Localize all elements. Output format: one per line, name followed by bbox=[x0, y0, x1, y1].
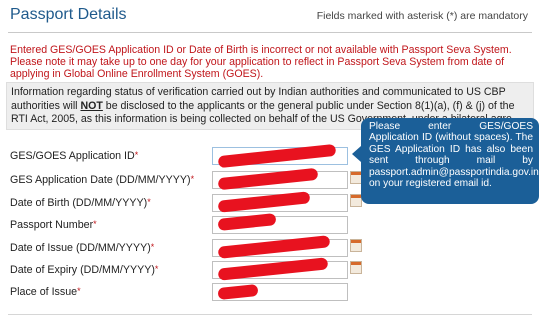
label-application-id: GES/GOES Application ID* bbox=[10, 150, 139, 162]
label-application-date: GES Application Date (DD/MM/YYYY)* bbox=[10, 174, 195, 186]
label-date-of-expiry: Date of Expiry (DD/MM/YYYY)* bbox=[10, 264, 159, 276]
info-note-emphasis: NOT bbox=[80, 99, 103, 112]
mandatory-fields-note: Fields marked with asterisk (*) are mand… bbox=[316, 10, 528, 22]
calendar-icon[interactable] bbox=[350, 261, 362, 274]
page-header: Passport Details Fields marked with aste… bbox=[0, 0, 540, 36]
label-passport-number: Passport Number* bbox=[10, 219, 97, 231]
help-tooltip: Please enter GES/GOES Application ID (wi… bbox=[352, 118, 539, 204]
bottom-divider bbox=[8, 314, 532, 315]
page-title: Passport Details bbox=[10, 6, 127, 23]
label-date-of-birth: Date of Birth (DD/MM/YYYY)* bbox=[10, 197, 151, 209]
error-message: Entered GES/GOES Application ID or Date … bbox=[10, 44, 512, 81]
label-place-of-issue: Place of Issue* bbox=[10, 286, 81, 298]
header-divider bbox=[8, 32, 532, 33]
label-date-of-issue: Date of Issue (DD/MM/YYYY)* bbox=[10, 242, 155, 254]
calendar-icon[interactable] bbox=[350, 239, 362, 252]
